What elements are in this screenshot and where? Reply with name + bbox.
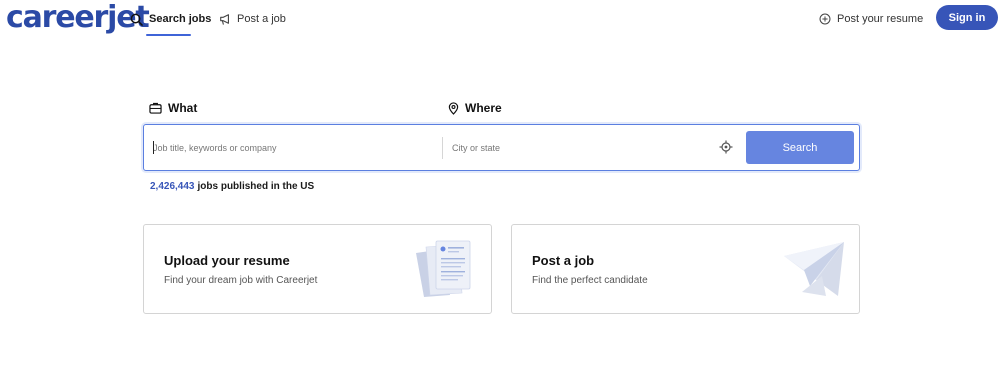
where-input[interactable] xyxy=(452,125,712,170)
megaphone-icon xyxy=(220,14,229,25)
active-tab-underline xyxy=(146,34,192,36)
nav-search-jobs-label: Search jobs xyxy=(149,13,212,25)
nav-post-a-job[interactable]: Post a job xyxy=(219,10,286,28)
text-cursor xyxy=(153,141,154,154)
search-button[interactable]: Search xyxy=(746,131,854,164)
post-resume-link[interactable]: Post your resume xyxy=(819,10,923,28)
what-label: What xyxy=(149,101,197,115)
paper-plane-icon xyxy=(784,242,844,296)
card-subtitle: Find your dream job with Careerjet xyxy=(164,275,318,286)
briefcase-icon xyxy=(149,102,162,114)
job-count: 2,426,443 jobs published in the US xyxy=(150,181,314,192)
search-form: Search xyxy=(143,124,860,171)
what-label-text: What xyxy=(168,101,198,115)
post-resume-label: Post your resume xyxy=(837,13,924,25)
careerjet-logo[interactable]: careerjet xyxy=(6,0,150,36)
what-input[interactable] xyxy=(153,125,438,170)
resume-documents-icon xyxy=(416,240,471,297)
plus-circle-icon xyxy=(819,13,831,25)
where-label-text: Where xyxy=(465,101,502,115)
search-icon xyxy=(130,13,143,26)
field-divider xyxy=(442,137,443,159)
where-label: Where xyxy=(448,101,502,115)
sign-in-button[interactable]: Sign in xyxy=(936,5,998,30)
nav-search-jobs[interactable]: Search jobs xyxy=(130,10,212,36)
nav-post-a-job-label: Post a job xyxy=(237,13,286,25)
map-pin-icon xyxy=(448,101,459,115)
upload-resume-card[interactable]: Upload your resume Find your dream job w… xyxy=(143,224,492,314)
card-subtitle: Find the perfect candidate xyxy=(532,275,648,286)
job-count-text: jobs published in the US xyxy=(197,181,315,192)
card-title: Upload your resume xyxy=(164,253,290,268)
job-count-number: 2,426,443 xyxy=(150,181,195,192)
card-title: Post a job xyxy=(532,253,595,268)
crosshair-icon[interactable] xyxy=(719,140,733,154)
post-job-card[interactable]: Post a job Find the perfect candidate xyxy=(511,224,860,314)
